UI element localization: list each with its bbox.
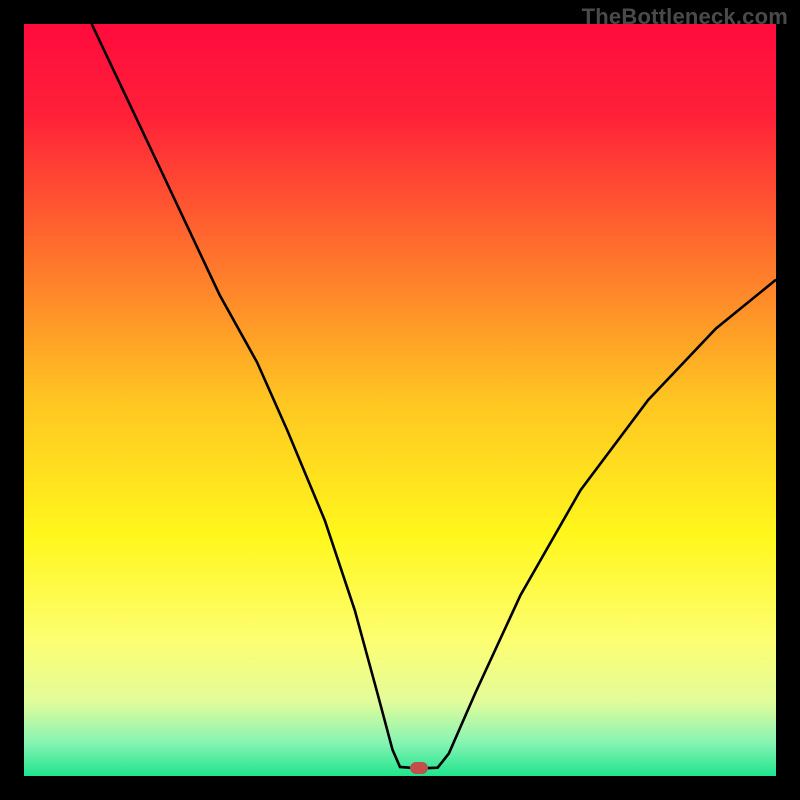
plot-svg — [24, 24, 776, 776]
plot-area — [24, 24, 776, 776]
frame-left — [0, 0, 24, 800]
chart-frame: TheBottleneck.com — [0, 0, 800, 800]
watermark-text: TheBottleneck.com — [582, 4, 788, 30]
optimum-marker — [410, 762, 428, 774]
gradient-background — [24, 24, 776, 776]
frame-right — [776, 0, 800, 800]
frame-bottom — [0, 776, 800, 800]
